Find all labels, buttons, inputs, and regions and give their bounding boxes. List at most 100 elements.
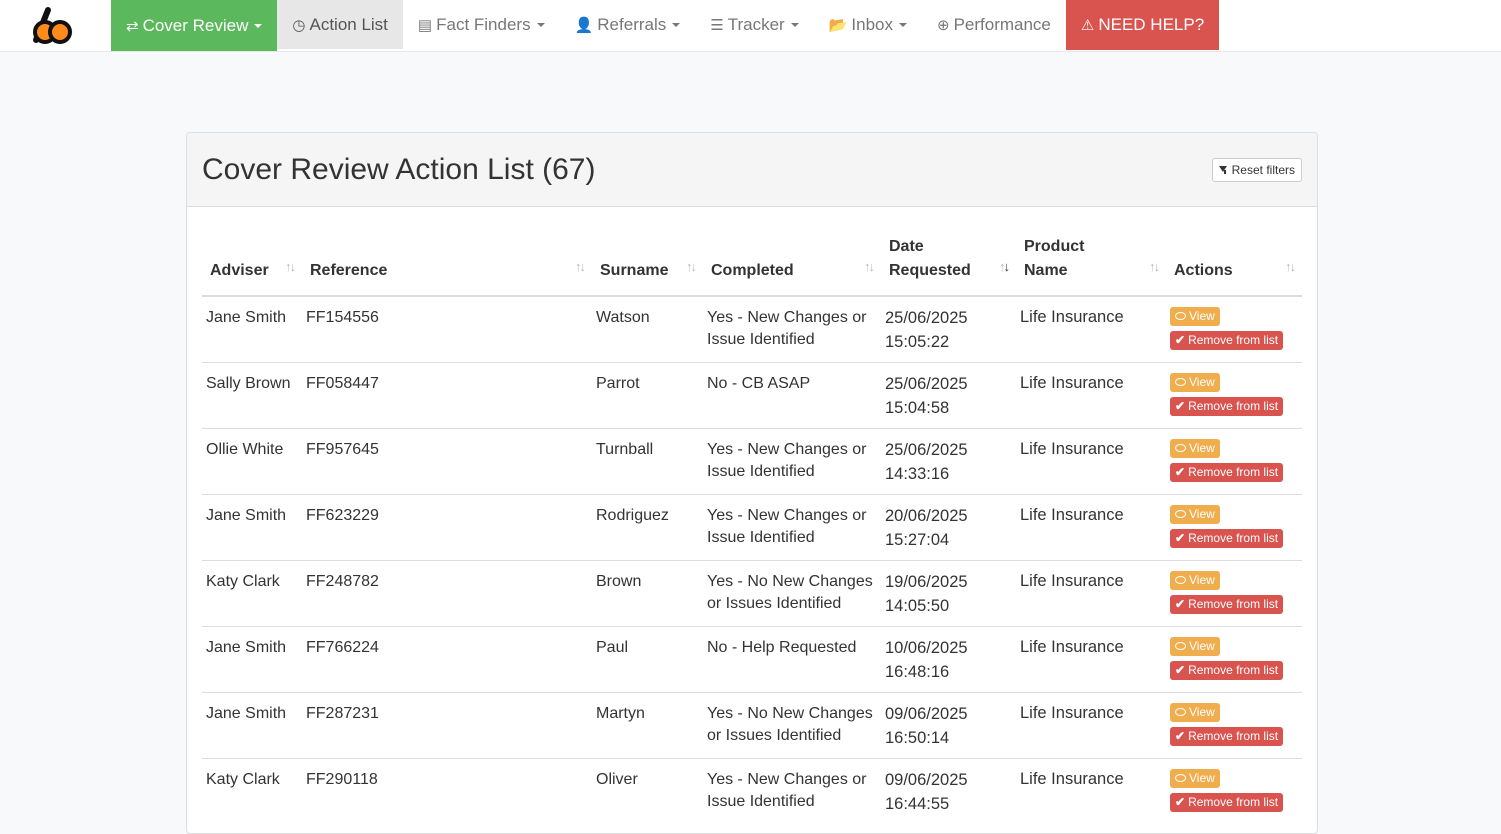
sort-icon: ↑↓ [1149,259,1160,274]
view-button[interactable]: View [1170,373,1220,392]
cell-actions: View ✔ Remove from list [1166,626,1302,693]
page-title: Cover Review Action List (67) [202,153,596,186]
cell-surname: Watson [596,309,650,326]
warning-icon: ⚠ [1080,17,1095,34]
cell-actions: View ✔ Remove from list [1166,758,1302,824]
view-button[interactable]: View [1170,307,1220,326]
sort-icon: ↑↓ [285,259,296,274]
eye-icon [1175,576,1186,584]
nav-item-inbox[interactable]: 📂 Inbox [814,0,922,49]
remove-from-list-button[interactable]: ✔ Remove from list [1170,727,1284,746]
sort-icon: ↑↓ [686,259,697,274]
cell-date-requested: 25/06/2025 15:04:58 [881,362,1016,429]
cell-reference: FF623229 [302,494,592,561]
cell-date-requested: 09/06/2025 16:44:55 [881,758,1016,824]
check-icon: ✔ [1175,465,1186,479]
cell-adviser: Jane Smith [206,309,287,326]
nav-item-performance[interactable]: ⊕ Performance [922,0,1066,49]
action-list-table: Adviser ↑↓ Reference ↑↓ Surname ↑↓ Complete… [202,233,1302,824]
view-button[interactable]: View [1170,637,1220,656]
cell-adviser: Katy Clark [202,560,302,627]
remove-from-list-button[interactable]: ✔ Remove from list [1170,661,1284,680]
view-button-label: View [1189,705,1215,719]
cell-reference: FF058447 [302,362,592,429]
view-button-label: View [1189,507,1215,521]
caret-down-icon [536,22,545,27]
cell-reference: FF287231 [302,692,592,759]
remove-from-list-button[interactable]: ✔ Remove from list [1170,331,1284,350]
remove-button-label: Remove from list [1188,597,1279,611]
remove-from-list-button[interactable]: ✔ Remove from list [1170,793,1284,812]
cell-adviser: Sally Brown [202,362,302,429]
download-circle-icon: ⊕ [936,16,950,34]
cell-completed: Yes - New Changes or Issue Identified [703,428,881,495]
col-header-product-name[interactable]: Product Name ↑↓ [1016,233,1166,297]
brand-logo[interactable] [0,0,111,51]
cell-date-requested: 19/06/2025 14:05:50 [881,560,1016,627]
cell-surname: Paul [592,626,703,693]
view-button[interactable]: View [1170,703,1220,722]
view-button-label: View [1189,441,1215,455]
view-button-label: View [1189,573,1215,587]
list-icon: ☰ [710,16,724,34]
check-icon: ✔ [1175,531,1186,545]
eye-icon [1175,444,1186,452]
remove-button-label: Remove from list [1188,663,1279,677]
top-navbar: ⇄ Cover Review ◷ Action List ▤ Fact Finders 👤 R… [0,0,1501,52]
cell-date-requested: 25/06/2025 14:33:16 [881,428,1016,495]
nav-item-label: Performance [953,14,1051,34]
check-icon: ✔ [1175,333,1186,347]
remove-from-list-button[interactable]: ✔ Remove from list [1170,529,1284,548]
cell-actions: View ✔ Remove from list [1166,428,1302,495]
view-button[interactable]: View [1170,505,1220,524]
cell-product-name: Life Insurance [1016,428,1166,495]
col-header-surname[interactable]: Surname ↑↓ [592,233,703,297]
check-icon: ✔ [1175,399,1186,413]
eye-icon [1175,312,1186,320]
nav-item-action-list[interactable]: ◷ Action List [277,0,403,49]
cell-adviser: Jane Smith [202,626,302,693]
col-header-reference-label: Reference [310,262,388,279]
col-header-completed[interactable]: Completed ↑↓ [703,233,881,297]
reset-filters-label: Reset filters [1231,163,1295,177]
remove-from-list-button[interactable]: ✔ Remove from list [1170,463,1284,482]
view-button-label: View [1189,771,1215,785]
cell-completed: Yes - New Changes or Issue Identified [707,309,867,348]
remove-from-list-button[interactable]: ✔ Remove from list [1170,397,1284,416]
view-button[interactable]: View [1170,571,1220,590]
nav-item-need-help[interactable]: ⚠ NEED HELP? [1065,0,1220,50]
col-header-date-requested[interactable]: Date Requested ↑↓ [881,233,1016,297]
cell-actions: View ✔ Remove from list [1166,494,1302,561]
action-list-panel: Cover Review Action List (67) Reset filt… [186,132,1318,834]
exchange-arrows-icon: ⇄ [126,17,139,35]
table-row: Katy Clark FF248782 Brown Yes - No New Chan… [202,560,1302,627]
cell-actions: View ✔ Remove from list [1166,362,1302,429]
cell-product-name: Life Insurance [1016,626,1166,693]
cell-completed: No - CB ASAP [703,362,881,429]
nav-item-tracker[interactable]: ☰ Tracker [695,0,813,49]
cell-product-name: Life Insurance [1020,308,1124,326]
col-header-reference[interactable]: Reference ↑↓ [302,233,592,297]
col-header-actions[interactable]: Actions ↑↓ [1166,233,1302,297]
table-row: Jane Smith FF623229 Rodriguez Yes - New Cha… [202,494,1302,561]
nav-item-cover-review[interactable]: ⇄ Cover Review [111,0,278,51]
remove-button-label: Remove from list [1188,531,1279,545]
cell-adviser: Jane Smith [202,692,302,759]
nav-item-label: Referrals [597,14,667,34]
view-button[interactable]: View [1170,769,1220,788]
nav-item-fact-finders[interactable]: ▤ Fact Finders [403,0,560,49]
col-header-adviser-label: Adviser [210,262,269,279]
view-button-label: View [1189,639,1215,653]
sort-icon: ↑↓ [864,259,875,274]
col-header-adviser[interactable]: Adviser ↑↓ [202,233,302,297]
view-button[interactable]: View [1170,439,1220,458]
nav-item-referrals[interactable]: 👤 Referrals [560,0,696,49]
col-header-product-label: Product Name [1024,238,1085,279]
remove-from-list-button[interactable]: ✔ Remove from list [1170,595,1284,614]
table-row: Katy Clark FF290118 Oliver Yes - New Change… [202,758,1302,824]
caret-down-icon [254,23,263,28]
cell-adviser: Jane Smith [202,494,302,561]
cell-date-requested: 20/06/2025 15:27:04 [881,494,1016,561]
reset-filters-button[interactable]: Reset filters [1211,158,1302,182]
cell-product-name: Life Insurance [1016,494,1166,561]
